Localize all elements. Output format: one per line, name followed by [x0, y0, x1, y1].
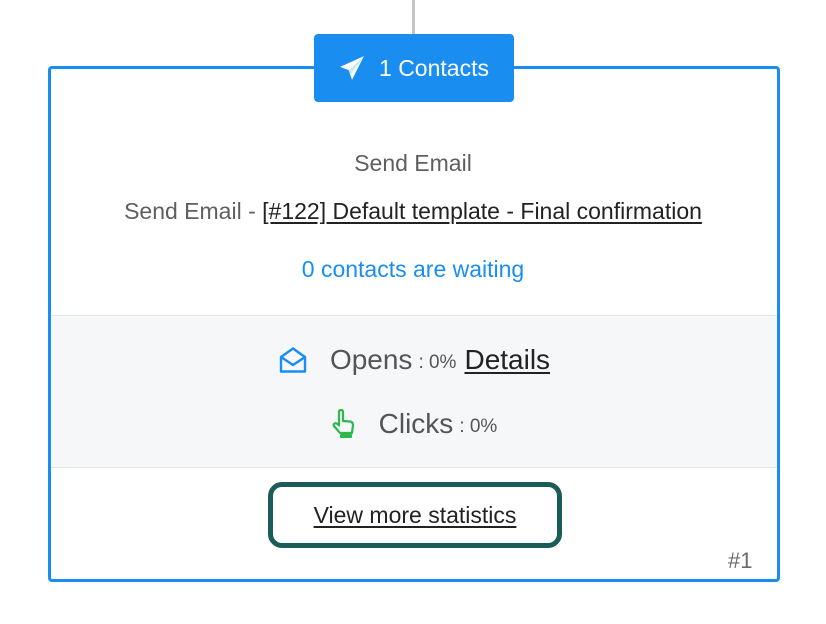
envelope-open-icon	[278, 346, 308, 374]
clicks-stat-row: Clicks : 0%	[51, 408, 777, 440]
clicks-label: Clicks	[378, 408, 454, 439]
paper-plane-icon	[339, 55, 365, 81]
opens-label: Opens	[329, 344, 413, 375]
opens-value: : 0%	[418, 352, 457, 373]
opens-details-link[interactable]: Details	[464, 344, 550, 376]
pointing-hand-icon	[331, 409, 357, 439]
opens-stat-row: Opens : 0% Details	[51, 344, 777, 376]
waiting-contacts-link[interactable]: 0 contacts are waiting	[0, 256, 826, 283]
contacts-count-label: 1 Contacts	[379, 54, 489, 81]
action-description-prefix: Send Email -	[124, 198, 263, 224]
action-description: Send Email - [#122] Default template - F…	[0, 198, 826, 225]
action-title: Send Email	[354, 150, 472, 176]
step-number: #1	[728, 548, 753, 573]
clicks-value: : 0%	[459, 416, 498, 437]
flow-connector-line	[412, 0, 415, 36]
email-template-link[interactable]: [#122] Default template - Final confirma…	[262, 198, 702, 224]
email-stats-panel: Opens : 0% Details Clicks : 0%	[51, 315, 777, 468]
contacts-badge[interactable]: 1 Contacts	[314, 34, 514, 102]
view-more-statistics-button[interactable]: View more statistics	[268, 482, 562, 548]
